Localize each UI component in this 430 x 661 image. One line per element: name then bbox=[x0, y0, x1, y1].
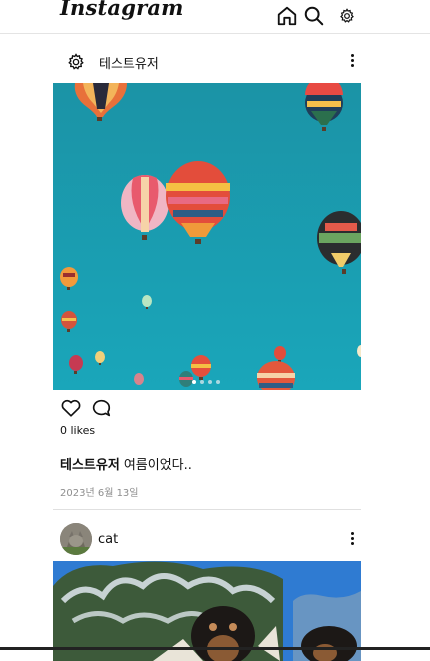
comment-icon[interactable] bbox=[90, 397, 112, 419]
caption-text: 여름이었다.. bbox=[123, 458, 192, 473]
post-image[interactable] bbox=[53, 83, 361, 390]
balloon bbox=[179, 371, 193, 387]
post-image[interactable] bbox=[53, 561, 361, 661]
post-username[interactable]: 테스트유저 bbox=[99, 53, 159, 72]
like-count: 0 likes bbox=[60, 424, 96, 437]
carousel-dot[interactable] bbox=[200, 380, 204, 384]
post-username[interactable]: cat bbox=[98, 532, 118, 547]
caption-username[interactable]: 테스트유저 bbox=[60, 458, 120, 473]
feed-post: 테스트유저 0 likes 테스트유저 여름이었다.. 2023년 6월 13일 bbox=[53, 41, 361, 510]
post-actions bbox=[60, 397, 112, 419]
home-icon[interactable] bbox=[276, 5, 298, 27]
more-options-icon[interactable] bbox=[351, 54, 355, 68]
post-date: 2023년 6월 13일 bbox=[60, 488, 139, 499]
avatar[interactable] bbox=[60, 523, 92, 555]
search-icon[interactable] bbox=[303, 5, 325, 27]
dogs-and-tree-photo bbox=[53, 561, 361, 661]
heart-icon[interactable] bbox=[60, 397, 82, 419]
feed-post: cat bbox=[53, 510, 361, 661]
post-caption: 테스트유저 여름이었다.. bbox=[60, 454, 192, 473]
post-header: 테스트유저 bbox=[53, 41, 361, 83]
post-header: cat bbox=[53, 510, 361, 555]
nav-icons bbox=[276, 5, 356, 27]
hot-air-balloons-illustration bbox=[53, 83, 361, 390]
gear-icon[interactable] bbox=[67, 53, 85, 71]
top-nav-bar: Instagram bbox=[0, 0, 430, 34]
settings-icon[interactable] bbox=[338, 7, 356, 25]
more-options-icon[interactable] bbox=[351, 532, 355, 546]
carousel-dot[interactable] bbox=[208, 380, 212, 384]
instagram-logo[interactable]: Instagram bbox=[60, 0, 184, 20]
balloon bbox=[134, 373, 144, 385]
carousel-dot[interactable] bbox=[216, 380, 220, 384]
carousel-dot[interactable] bbox=[192, 380, 196, 384]
carousel-indicator bbox=[192, 380, 220, 384]
cat-photo bbox=[60, 523, 92, 555]
